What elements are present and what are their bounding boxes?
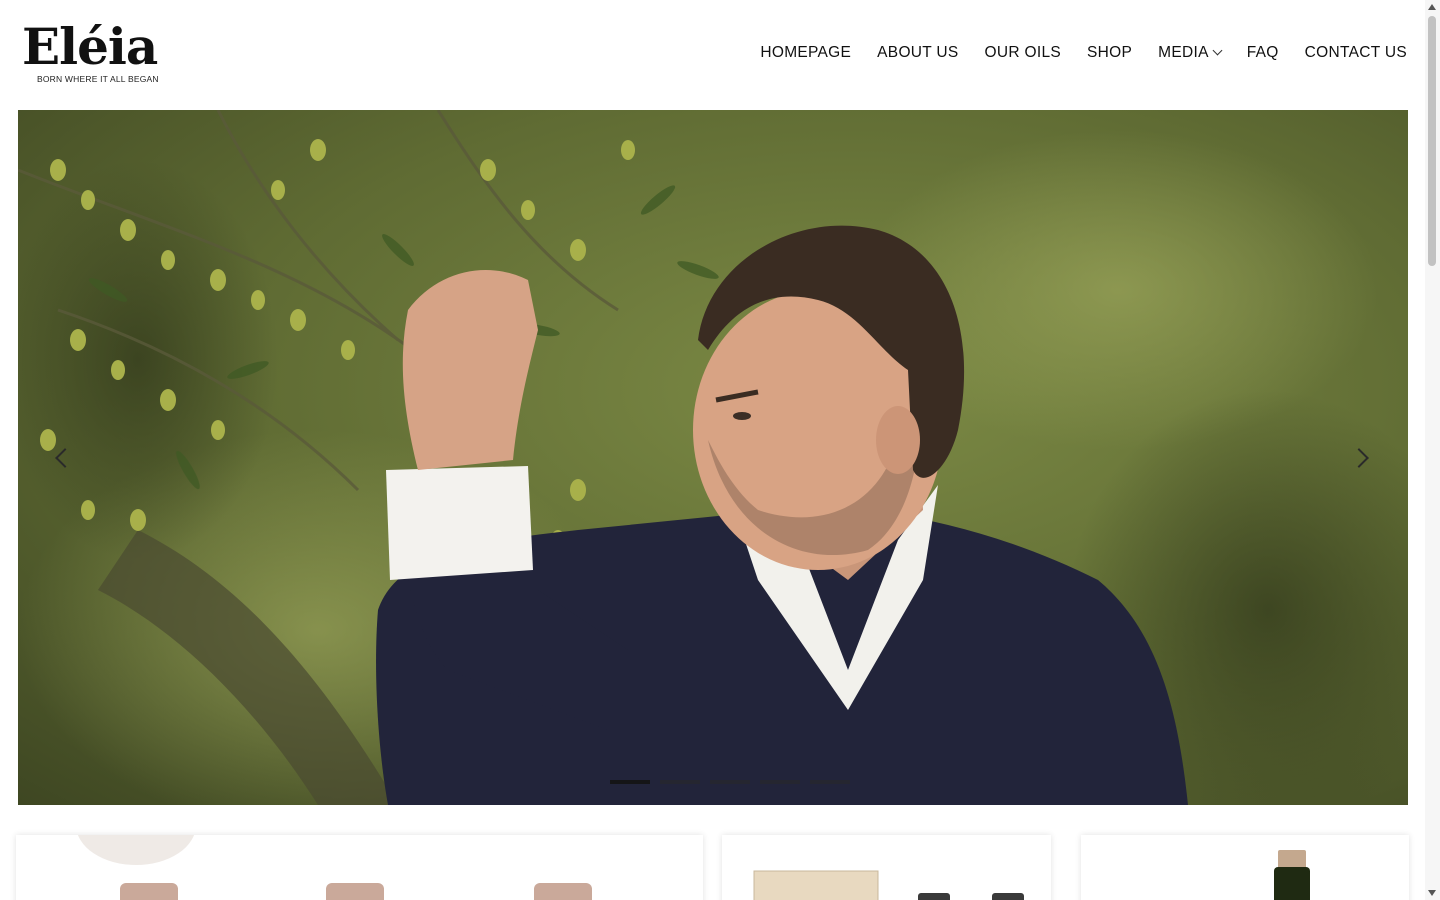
scrollbar-thumb[interactable] (1428, 16, 1436, 266)
slider-dot-2[interactable] (660, 780, 700, 784)
site-header: Eléia BORN WHERE IT ALL BEGAN HOMEPAGE A… (0, 0, 1425, 110)
slider-dot-5[interactable] (810, 780, 850, 784)
product-card-1-image (77, 835, 592, 900)
slider-prev-arrow[interactable] (48, 444, 76, 472)
nav-our-oils[interactable]: OUR OILS (985, 44, 1061, 62)
scroll-down-icon[interactable] (1428, 890, 1436, 896)
product-card-2-image (753, 870, 1024, 900)
brand-tagline: BORN WHERE IT ALL BEGAN (37, 74, 159, 84)
main-nav: HOMEPAGE ABOUT US OUR OILS SHOP MEDIA FA… (734, 44, 1407, 62)
product-card-3-image (1274, 850, 1310, 900)
brand-logo[interactable]: Eléia BORN WHERE IT ALL BEGAN (22, 18, 178, 92)
scroll-up-icon[interactable] (1428, 4, 1436, 10)
nav-faq[interactable]: FAQ (1247, 44, 1279, 62)
hero-image (18, 110, 1408, 805)
nav-about-us[interactable]: ABOUT US (877, 44, 958, 62)
slider-pagination (610, 780, 850, 784)
brand-name: Eléia (22, 17, 158, 76)
nav-media-label: MEDIA (1158, 44, 1209, 61)
nav-contact-us[interactable]: CONTACT US (1305, 44, 1407, 62)
page-scrollbar[interactable] (1425, 0, 1440, 900)
slider-next-arrow[interactable] (1349, 444, 1378, 472)
product-card-2[interactable] (722, 835, 1051, 900)
chevron-right-icon (1349, 448, 1369, 468)
nav-shop[interactable]: SHOP (1087, 44, 1132, 62)
slider-dot-3[interactable] (710, 780, 750, 784)
nav-media[interactable]: MEDIA (1158, 44, 1223, 62)
chevron-left-icon (55, 448, 75, 468)
slider-dot-1[interactable] (610, 780, 650, 784)
product-card-3[interactable] (1081, 835, 1409, 900)
hero-slider (18, 110, 1408, 805)
product-card-1[interactable] (16, 835, 703, 900)
chevron-down-icon (1212, 45, 1223, 56)
slider-dot-4[interactable] (760, 780, 800, 784)
nav-homepage[interactable]: HOMEPAGE (760, 44, 851, 62)
